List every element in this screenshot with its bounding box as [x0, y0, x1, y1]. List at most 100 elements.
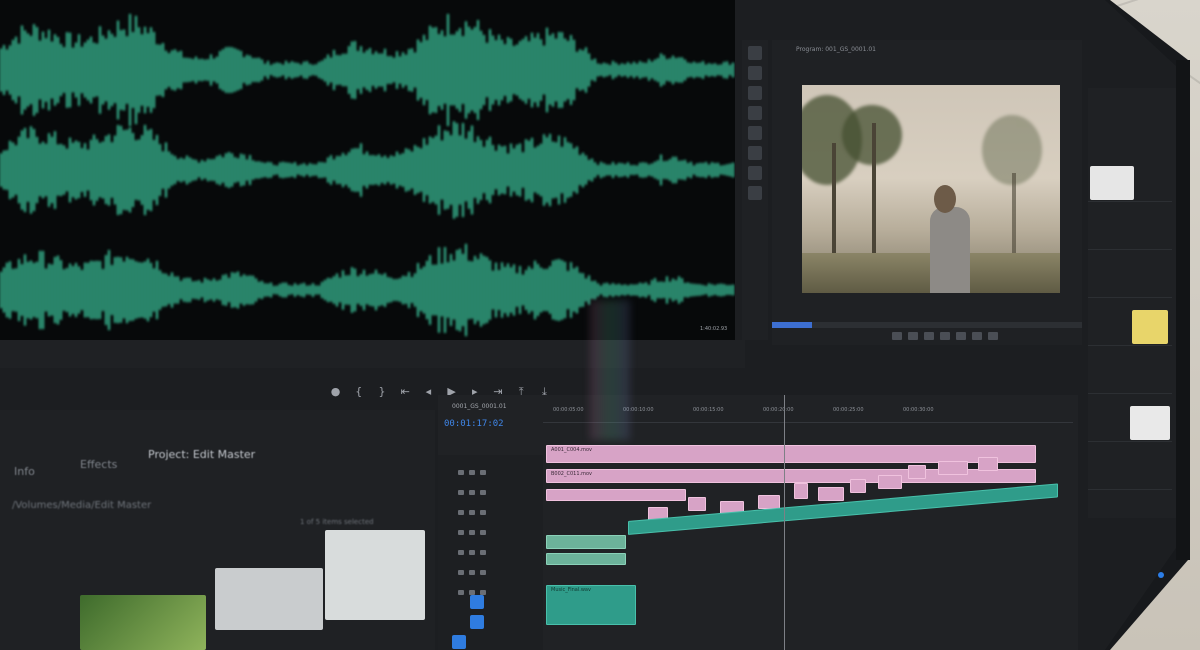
list-item[interactable] — [1088, 356, 1172, 394]
waveform-bar — [711, 162, 713, 178]
timeline-clip[interactable] — [908, 465, 926, 479]
pen-tool-icon[interactable] — [748, 146, 762, 160]
lift-icon[interactable] — [956, 332, 966, 340]
marker-icon[interactable] — [892, 332, 902, 340]
waveform-bar — [261, 59, 263, 81]
tab-info[interactable]: Info — [14, 465, 35, 478]
waveform-bar — [231, 272, 233, 308]
waveform-bar — [351, 148, 353, 192]
media-thumbnail[interactable] — [325, 530, 425, 620]
waveform-bar — [102, 268, 104, 312]
waveform-bar — [507, 263, 509, 317]
waveform-bar — [456, 249, 458, 331]
timeline-clip[interactable] — [794, 483, 808, 499]
waveform-bar — [141, 34, 143, 106]
waveform-bar — [573, 148, 575, 192]
tab-effects[interactable]: Effects — [80, 458, 117, 471]
step-forward-icon[interactable] — [940, 332, 950, 340]
program-scrubber[interactable] — [772, 322, 1082, 328]
media-thumbnail[interactable] — [215, 568, 323, 630]
waveform-bar — [66, 32, 68, 108]
waveform-bar — [492, 35, 494, 105]
waveform-bar — [720, 165, 722, 175]
timeline-clip[interactable] — [546, 489, 686, 501]
waveform-bar — [567, 270, 569, 310]
list-item[interactable] — [1088, 404, 1172, 442]
media-thumbnail[interactable] — [80, 595, 206, 650]
list-item[interactable] — [1088, 164, 1172, 202]
timeline-clip[interactable] — [878, 475, 902, 489]
waveform-bar — [411, 276, 413, 304]
list-item[interactable] — [1088, 452, 1172, 490]
list-item[interactable] — [1088, 212, 1172, 250]
waveform-bar — [234, 157, 236, 183]
track-header-v2[interactable] — [458, 490, 486, 495]
list-item[interactable] — [1088, 308, 1172, 346]
timeline-clip[interactable] — [850, 479, 866, 493]
track-target-toggle[interactable] — [452, 635, 466, 649]
waveform-bar — [699, 62, 701, 78]
playhead[interactable] — [784, 395, 785, 650]
waveform-bar — [681, 160, 683, 180]
step-back-icon[interactable]: ◂ — [423, 384, 434, 400]
type-tool-icon[interactable] — [748, 186, 762, 200]
waveform-bar — [222, 157, 224, 183]
timeline-clip[interactable] — [818, 487, 844, 501]
waveform-bar — [642, 162, 644, 178]
ripple-edit-tool-icon[interactable] — [748, 86, 762, 100]
play-icon[interactable] — [924, 332, 934, 340]
waveform-bar — [93, 260, 95, 320]
extract-icon[interactable] — [972, 332, 982, 340]
waveform-bar — [492, 270, 494, 310]
go-to-in-icon[interactable]: ⇤ — [400, 384, 411, 400]
track-header-v3[interactable] — [458, 470, 486, 475]
waveform-bar — [414, 273, 416, 307]
track-header-a3[interactable] — [458, 570, 486, 575]
waveform-bar — [456, 123, 458, 217]
timeline-clip[interactable] — [938, 461, 968, 475]
waveform-bar — [345, 275, 347, 305]
marker-icon[interactable]: ● — [330, 384, 341, 400]
sequence-tab[interactable]: 0001_GS_0001.01 — [452, 403, 507, 410]
audio-waveform[interactable] — [0, 0, 735, 340]
waveform-bar — [447, 131, 449, 209]
track-header-a1[interactable] — [458, 530, 486, 535]
track-header-a2[interactable] — [458, 550, 486, 555]
waveform-bar — [453, 34, 455, 106]
in-point-icon[interactable]: { — [353, 384, 364, 400]
waveform-bar — [561, 146, 563, 194]
out-point-icon[interactable]: } — [376, 384, 387, 400]
tab-project[interactable]: Project: Edit Master — [148, 448, 255, 461]
track-header-v1[interactable] — [458, 510, 486, 515]
waveform-bar — [243, 274, 245, 306]
timeline-timecode[interactable]: 00:01:17:02 — [444, 419, 504, 429]
track-target-toggle[interactable] — [470, 595, 484, 609]
audio-clip[interactable] — [546, 553, 626, 565]
waveform-bar — [270, 162, 272, 178]
waveform-bar — [444, 36, 446, 104]
hand-tool-icon[interactable] — [748, 166, 762, 180]
waveform-bar — [729, 285, 731, 295]
export-frame-icon[interactable] — [988, 332, 998, 340]
waveform-bar — [195, 56, 197, 84]
timeline-clip[interactable] — [758, 495, 780, 509]
selection-tool-icon[interactable] — [748, 46, 762, 60]
slip-tool-icon[interactable] — [748, 126, 762, 140]
track-target-toggle[interactable] — [470, 615, 484, 629]
timeline-clip[interactable] — [688, 497, 706, 511]
waveform-bar — [390, 55, 392, 85]
waveform-bar — [387, 56, 389, 84]
waveform-bar — [327, 54, 329, 86]
step-back-icon[interactable] — [908, 332, 918, 340]
program-monitor-tab[interactable]: Program: 001_GS_0001.01 — [796, 46, 876, 53]
video-preview[interactable] — [802, 85, 1060, 293]
audio-clip[interactable] — [546, 535, 626, 549]
list-item[interactable] — [1088, 260, 1172, 298]
audio-clip[interactable]: Music_Final.wav — [546, 585, 636, 625]
track-select-tool-icon[interactable] — [748, 66, 762, 80]
razor-tool-icon[interactable] — [748, 106, 762, 120]
waveform-bar — [180, 50, 182, 90]
waveform-bar — [564, 137, 566, 203]
waveform-bar — [213, 58, 215, 82]
timeline-clip[interactable] — [978, 457, 998, 471]
